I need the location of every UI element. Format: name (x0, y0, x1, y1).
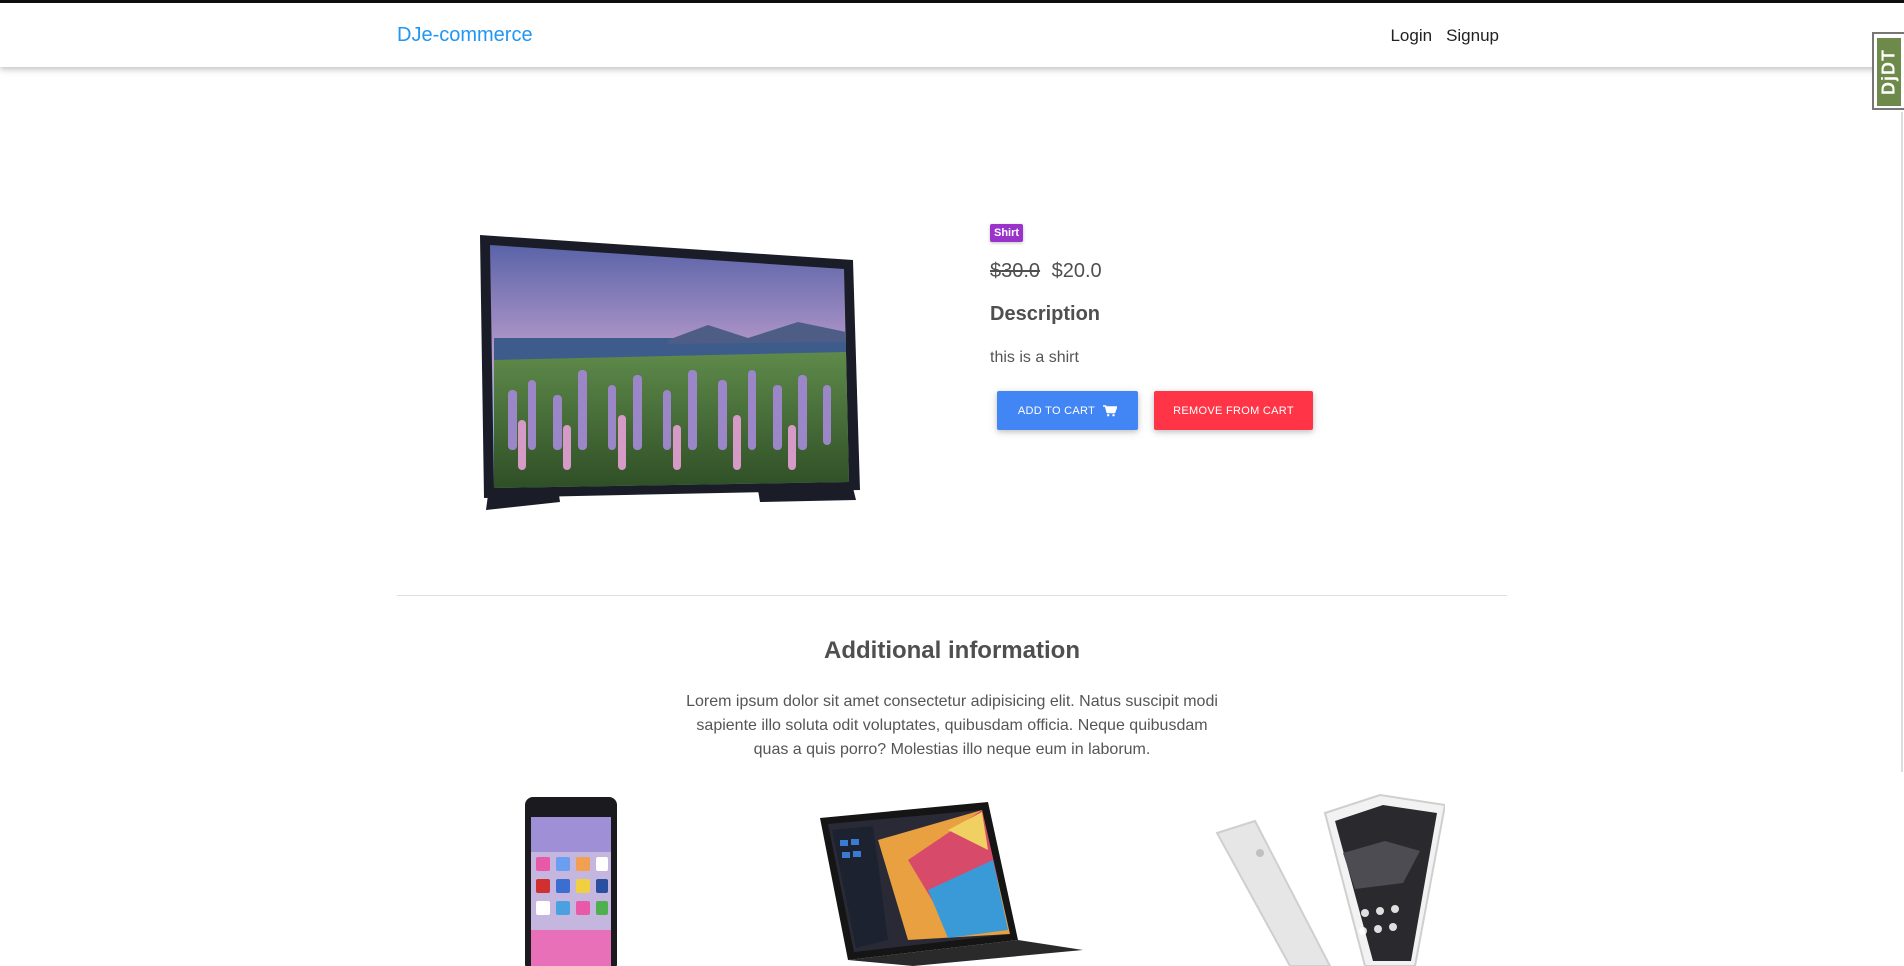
navbar: DJe-commerce Login Signup (0, 3, 1904, 67)
description-heading: Description (990, 303, 1101, 325)
old-price: $30.0 (990, 260, 1041, 282)
product-details: Shirt $30.0 $20.0 Description this is a … (990, 223, 1313, 430)
remove-from-cart-button[interactable]: REMOVE FROM CART (1154, 391, 1313, 430)
shopping-cart-icon (1103, 404, 1118, 416)
additional-info-text: Lorem ipsum dolor sit amet consectetur a… (686, 693, 1218, 758)
section-divider (397, 595, 1507, 596)
login-link[interactable]: Login (1390, 26, 1432, 46)
description-text: this is a shirt (990, 349, 1079, 366)
debug-toolbar-handle[interactable]: DjDT (1872, 32, 1904, 110)
additional-info-title: Additional information (824, 637, 1080, 664)
signup-link[interactable]: Signup (1446, 26, 1499, 46)
two-phones-image (1215, 793, 1445, 966)
add-to-cart-button[interactable]: ADD TO CART (997, 391, 1138, 430)
smartphone-image (525, 797, 617, 966)
category-badge[interactable]: Shirt (990, 224, 1024, 242)
price-row: $30.0 $20.0 (990, 260, 1102, 283)
brand-link[interactable]: DJe-commerce (397, 24, 533, 47)
current-price: $20.0 (1051, 260, 1102, 282)
add-to-cart-label: ADD TO CART (1017, 404, 1096, 417)
nav-links: Login Signup (1390, 26, 1499, 46)
debug-toolbar-label: DjDT (1877, 38, 1901, 106)
remove-from-cart-label: REMOVE FROM CART (1173, 404, 1294, 417)
product-image (480, 235, 860, 510)
debug-toolbar-edge (1901, 112, 1903, 772)
laptop-image (820, 802, 1083, 966)
cart-buttons: ADD TO CART REMOVE FROM CART (997, 391, 1313, 430)
